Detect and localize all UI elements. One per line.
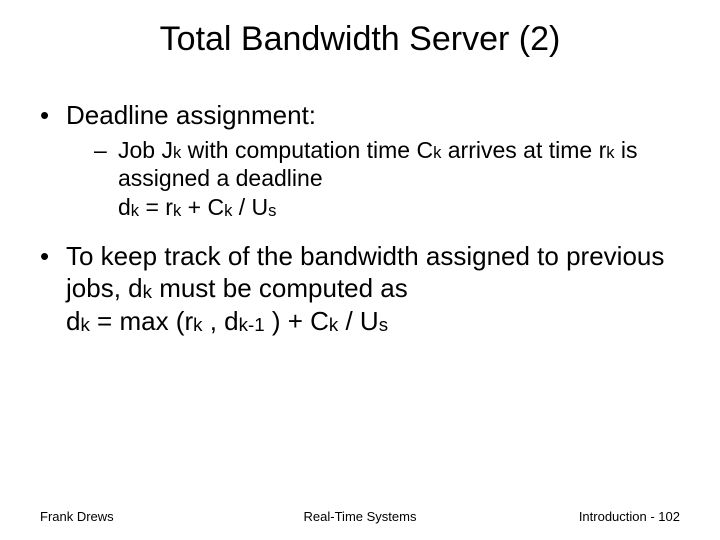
text: ) + C: [265, 306, 329, 336]
text: arrives at time r: [441, 137, 606, 163]
slide-body: Deadline assignment: Job Jk with computa…: [40, 99, 680, 337]
subscript-k: k: [433, 143, 441, 162]
subscript-k: k: [606, 143, 614, 162]
sub-list: Job Jk with computation time Ck arrives …: [66, 136, 680, 222]
bullet-list: Deadline assignment: Job Jk with computa…: [40, 99, 680, 337]
text: d: [118, 194, 131, 220]
text: / U: [338, 306, 378, 336]
text: = r: [139, 194, 173, 220]
bullet-2: To keep track of the bandwidth assigned …: [40, 240, 680, 338]
subscript-k: k: [193, 314, 202, 335]
subscript-s: s: [379, 314, 388, 335]
text: Job J: [118, 137, 173, 163]
footer-right: Introduction - 102: [579, 509, 680, 524]
text: , d: [202, 306, 238, 336]
text: with computation time C: [181, 137, 433, 163]
subscript-k: k: [173, 201, 181, 220]
text: must be computed as: [152, 273, 408, 303]
subscript-k: k: [224, 201, 232, 220]
subscript-s: s: [268, 201, 276, 220]
text: / U: [232, 194, 268, 220]
subscript-k: k: [80, 314, 89, 335]
text: d: [66, 306, 80, 336]
sub-bullet-1: Job Jk with computation time Ck arrives …: [94, 136, 680, 222]
subscript-k-1: k-1: [239, 314, 265, 335]
subscript-k: k: [329, 314, 338, 335]
subscript-k: k: [131, 201, 139, 220]
slide: Total Bandwidth Server (2) Deadline assi…: [0, 0, 720, 540]
subscript-k: k: [143, 281, 152, 302]
text: = max (r: [90, 306, 193, 336]
text: + C: [181, 194, 224, 220]
slide-title: Total Bandwidth Server (2): [40, 20, 680, 59]
bullet-1: Deadline assignment: Job Jk with computa…: [40, 99, 680, 222]
bullet-1-label: Deadline assignment:: [66, 100, 316, 130]
footer-left: Frank Drews: [40, 509, 114, 524]
footer: Frank Drews Real-Time Systems Introducti…: [40, 509, 680, 524]
subscript-k: k: [173, 143, 181, 162]
